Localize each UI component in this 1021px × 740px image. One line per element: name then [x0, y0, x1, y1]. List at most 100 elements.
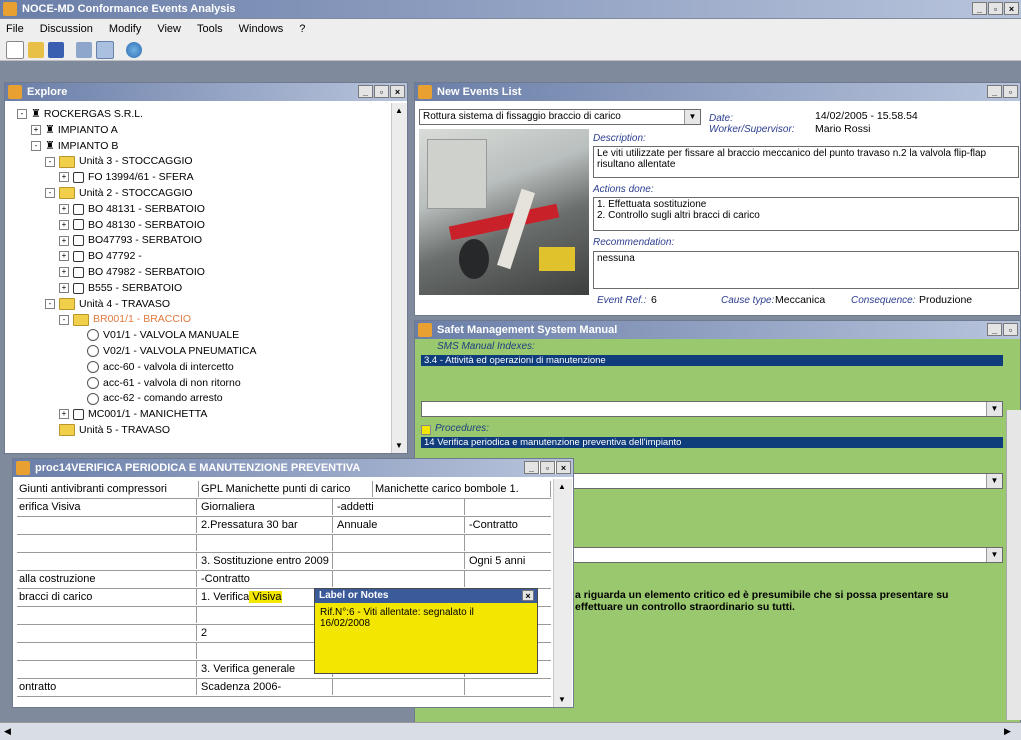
explorer-scrollbar[interactable]: ▲ ▼	[391, 103, 407, 453]
sms-index-select[interactable]: ▼	[421, 401, 1003, 417]
expand-icon[interactable]: +	[59, 251, 69, 262]
grid-cell[interactable]	[467, 535, 551, 551]
grid-cell[interactable]	[467, 679, 551, 695]
notes-close-button[interactable]: ×	[522, 590, 534, 601]
recommendation-field[interactable]: nessuna	[593, 251, 1019, 289]
collapse-icon[interactable]: -	[45, 156, 55, 167]
grid-cell[interactable]	[17, 553, 197, 569]
sms-detail-select[interactable]: ▼	[565, 547, 1003, 563]
grid-cell[interactable]: -Contratto	[199, 571, 333, 587]
collapse-icon[interactable]: -	[17, 109, 27, 120]
explorer-close-button[interactable]: ×	[390, 85, 405, 98]
tree-item[interactable]: + BO 48131 - SERBATOIO	[59, 202, 205, 216]
tree-item[interactable]: + BO47793 - SERBATOIO	[59, 233, 202, 247]
grid-cell[interactable]: erifica Visiva	[17, 499, 197, 515]
expand-icon[interactable]: +	[59, 219, 69, 230]
explorer-minimize-button[interactable]: _	[358, 85, 373, 98]
description-field[interactable]: Le viti utilizzate per fissare al bracci…	[593, 146, 1019, 178]
tree-item[interactable]: Unità 5 - TRAVASO	[59, 423, 170, 437]
procedure-maximize-button[interactable]: ▫	[540, 461, 555, 474]
grid-cell[interactable]	[17, 661, 197, 677]
grid-cell[interactable]	[467, 571, 551, 587]
procedure-scrollbar[interactable]: ▲ ▼	[553, 479, 572, 707]
main-vscroll[interactable]	[1006, 410, 1021, 720]
grid-cell[interactable]: 1. Verifica Visiva	[199, 589, 333, 605]
scroll-up-icon[interactable]: ▲	[558, 482, 566, 491]
procedure-item[interactable]: 14 Verifica periodica e manutenzione pre…	[421, 437, 1003, 448]
grid-cell[interactable]: Manichette carico bombole 1.	[373, 481, 551, 497]
menu-tools[interactable]: Tools	[197, 23, 223, 35]
scroll-left-icon[interactable]: ◀	[4, 726, 11, 737]
collapse-icon[interactable]: -	[31, 140, 41, 151]
grid-cell[interactable]	[199, 607, 333, 623]
maximize-button[interactable]: ▫	[988, 2, 1003, 15]
grid-cell[interactable]: ontratto	[17, 679, 197, 695]
tree-item[interactable]: acc-62 - comando arresto	[87, 391, 223, 405]
expand-icon[interactable]: +	[59, 409, 69, 420]
chevron-down-icon[interactable]: ▼	[986, 548, 1002, 562]
notes-text[interactable]: Rif.N°:6 - Viti allentate: segnalato il …	[320, 607, 474, 629]
expand-icon[interactable]: +	[59, 267, 69, 278]
expand-icon[interactable]: +	[59, 283, 69, 294]
tree-item[interactable]: V01/1 - VALVOLA MANUALE	[87, 328, 239, 342]
menu-discussion[interactable]: Discussion	[40, 23, 93, 35]
grid-cell[interactable]: 3. Sostituzione entro 2009	[199, 553, 333, 569]
scroll-right-icon[interactable]: ▶	[1004, 726, 1011, 737]
menu-windows[interactable]: Windows	[239, 23, 284, 35]
grid-cell[interactable]	[17, 643, 197, 659]
main-hscroll[interactable]: ◀ ▶	[0, 722, 1021, 740]
grid-cell[interactable]	[467, 499, 551, 515]
grid-cell[interactable]	[335, 535, 465, 551]
procedure-minimize-button[interactable]: _	[524, 461, 539, 474]
grid-cell[interactable]: -addetti	[335, 499, 465, 515]
explorer-maximize-button[interactable]: ▫	[374, 85, 389, 98]
print-preview-icon[interactable]	[96, 40, 114, 59]
notes-popup[interactable]: Label or Notes × Rif.N°:6 - Viti allenta…	[314, 588, 538, 674]
expand-icon[interactable]: +	[59, 172, 69, 183]
web-icon[interactable]	[126, 41, 142, 58]
print-icon[interactable]	[76, 41, 92, 58]
menu-modify[interactable]: Modify	[109, 23, 141, 35]
tree-item[interactable]: - BR001/1 - BRACCIO	[59, 312, 191, 326]
minimize-button[interactable]: _	[972, 2, 987, 15]
sms-minimize-button[interactable]: _	[987, 323, 1002, 336]
tree-item[interactable]: acc-61 - valvola di non ritorno	[87, 376, 241, 390]
grid-cell[interactable]: 2	[199, 625, 333, 641]
close-button[interactable]: ×	[1004, 2, 1019, 15]
sms-maximize-button[interactable]: ▫	[1003, 323, 1018, 336]
menu-view[interactable]: View	[157, 23, 181, 35]
chevron-down-icon[interactable]: ▼	[986, 474, 1002, 488]
events-maximize-button[interactable]: ▫	[1003, 85, 1018, 98]
grid-cell[interactable]: 2.Pressatura 30 bar	[199, 517, 333, 533]
collapse-icon[interactable]: -	[45, 188, 55, 199]
scroll-up-icon[interactable]: ▲	[395, 106, 403, 115]
scroll-down-icon[interactable]: ▼	[558, 695, 566, 704]
menu-help[interactable]: ?	[299, 23, 305, 35]
grid-cell[interactable]: -Contratto	[467, 517, 551, 533]
tree-item[interactable]: - ♜ ROCKERGAS S.R.L.	[17, 107, 143, 121]
chevron-down-icon[interactable]: ▼	[684, 110, 700, 124]
grid-cell[interactable]: 3. Verifica generale	[199, 661, 333, 677]
grid-cell[interactable]: alla costruzione	[17, 571, 197, 587]
grid-cell[interactable]: bracci di carico	[17, 589, 197, 605]
tree-item[interactable]: acc-60 - valvola di intercetto	[87, 360, 234, 374]
tree-item[interactable]: - Unità 4 - TRAVASO	[45, 297, 170, 311]
grid-cell[interactable]: Giornaliera	[199, 499, 333, 515]
tree-item[interactable]: + MC001/1 - MANICHETTA	[59, 407, 207, 421]
grid-cell[interactable]	[335, 571, 465, 587]
sms-index-item[interactable]: 3.4 - Attività ed operazioni di manutenz…	[421, 355, 1003, 366]
chevron-down-icon[interactable]: ▼	[986, 402, 1002, 416]
expand-icon[interactable]: +	[59, 235, 69, 246]
procedure-close-button[interactable]: ×	[556, 461, 571, 474]
grid-cell[interactable]: Giunti antivibranti compressori	[17, 481, 199, 497]
grid-cell[interactable]: Annuale	[335, 517, 465, 533]
grid-cell[interactable]: Ogni 5 anni	[467, 553, 551, 569]
grid-cell[interactable]: Scadenza 2006-	[199, 679, 333, 695]
grid-cell[interactable]	[335, 553, 465, 569]
collapse-icon[interactable]: -	[45, 298, 55, 309]
tree-item[interactable]: + FO 13994/61 - SFERA	[59, 170, 194, 184]
tree-item[interactable]: + BO 47792 -	[59, 249, 142, 263]
tree-item[interactable]: - Unità 3 - STOCCAGGIO	[45, 154, 193, 168]
grid-cell[interactable]	[17, 607, 197, 623]
new-file-icon[interactable]	[6, 40, 24, 59]
